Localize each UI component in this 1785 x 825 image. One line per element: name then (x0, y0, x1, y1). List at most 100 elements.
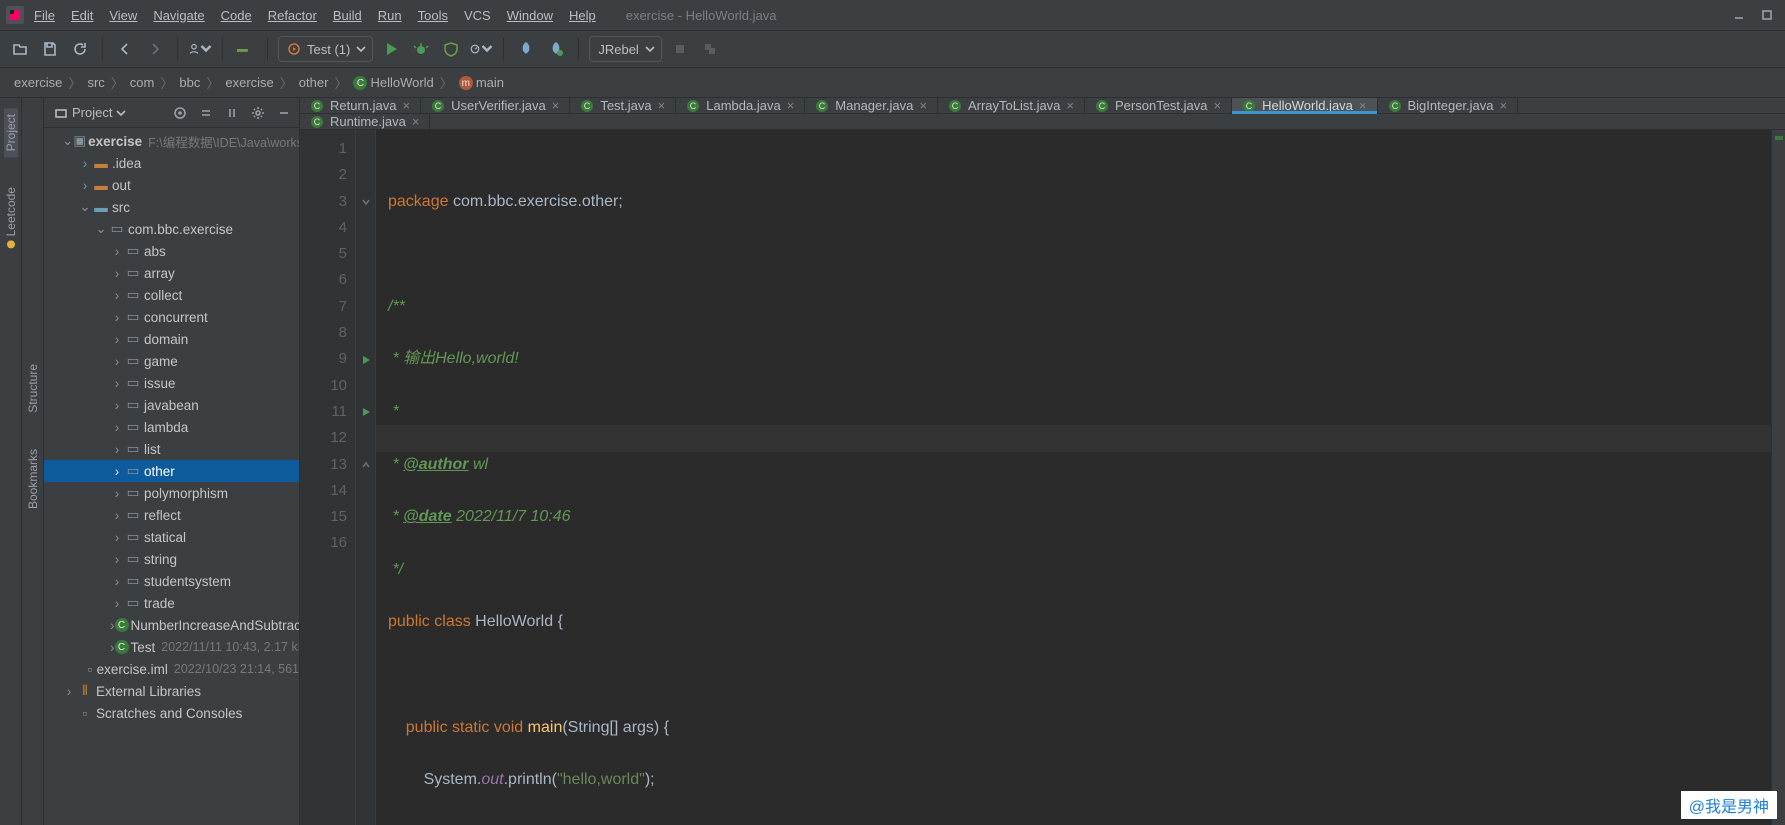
collapse-all-icon[interactable] (221, 102, 243, 124)
open-file-icon[interactable] (8, 37, 32, 61)
tree-folder[interactable]: ›▭issue (44, 372, 299, 394)
editor-tab[interactable]: CArrayToList.java× (938, 98, 1085, 113)
close-tab-icon[interactable]: × (658, 98, 666, 113)
menu-view[interactable]: View (103, 4, 143, 27)
tree-class[interactable]: ›CTest2022/11/11 10:43, 2.17 kB (44, 636, 299, 658)
breadcrumb-item[interactable]: CHelloWorld (349, 75, 437, 91)
debug-icon[interactable] (409, 37, 433, 61)
tree-folder[interactable]: ⌄▬src (44, 196, 299, 218)
minimize-icon[interactable] (1727, 3, 1751, 27)
close-tab-icon[interactable]: × (787, 98, 795, 113)
tree-folder[interactable]: ›▭studentsystem (44, 570, 299, 592)
rail-structure[interactable]: Structure (26, 358, 40, 419)
tree-file[interactable]: ▫exercise.iml2022/10/23 21:14, 561 (44, 658, 299, 680)
expand-all-icon[interactable] (195, 102, 217, 124)
tree-folder[interactable]: ›▭domain (44, 328, 299, 350)
menu-navigate[interactable]: Navigate (147, 4, 210, 27)
rail-project[interactable]: Project (4, 108, 18, 157)
fold-gutter[interactable] (356, 130, 376, 825)
close-tab-icon[interactable]: × (1500, 98, 1508, 113)
nav-forward-icon[interactable] (143, 37, 167, 61)
tree-folder[interactable]: ›▭reflect (44, 504, 299, 526)
settings-icon[interactable] (247, 102, 269, 124)
run-gutter-icon[interactable] (356, 399, 375, 425)
code-editor[interactable]: package com.bbc.exercise.other; /** * 输出… (376, 130, 1771, 825)
menu-run[interactable]: Run (372, 4, 408, 27)
tree-package[interactable]: ⌄▭com.bbc.exercise (44, 218, 299, 240)
jrebel-debug-icon[interactable] (544, 37, 568, 61)
project-view-dropdown[interactable]: Project (48, 103, 132, 122)
breadcrumb-item[interactable]: exercise (221, 75, 277, 90)
tree-folder[interactable]: ›▭string (44, 548, 299, 570)
hammer-build-icon[interactable] (233, 37, 257, 61)
editor-tab[interactable]: CManager.java× (805, 98, 938, 113)
close-tab-icon[interactable]: × (552, 98, 560, 113)
editor-tab[interactable]: CPersonTest.java× (1085, 98, 1232, 113)
tree-folder[interactable]: ›▭polymorphism (44, 482, 299, 504)
menu-vcs[interactable]: VCS (458, 4, 497, 27)
tree-scratches[interactable]: ▫Scratches and Consoles (44, 702, 299, 724)
jrebel-dropdown[interactable]: JRebel (589, 36, 661, 62)
tree-folder[interactable]: ›▭lambda (44, 416, 299, 438)
editor-tab[interactable]: CBigInteger.java× (1378, 98, 1519, 113)
maximize-icon[interactable] (1755, 3, 1779, 27)
menu-edit[interactable]: Edit (65, 4, 99, 27)
tree-folder[interactable]: ›▬.idea (44, 152, 299, 174)
menu-refactor[interactable]: Refactor (262, 4, 323, 27)
tree-folder[interactable]: ›▭trade (44, 592, 299, 614)
locate-icon[interactable] (169, 102, 191, 124)
tree-root[interactable]: ⌄▣exerciseF:\编程数据\IDE\Java\works (44, 130, 299, 152)
tree-folder[interactable]: ›▭concurrent (44, 306, 299, 328)
editor-scrollbar[interactable] (1771, 130, 1785, 825)
editor-tab[interactable]: CHelloWorld.java× (1232, 98, 1377, 113)
editor-tab[interactable]: CReturn.java× (300, 98, 421, 113)
tree-folder[interactable]: ›▬out (44, 174, 299, 196)
editor-tab[interactable]: CLambda.java× (676, 98, 805, 113)
menu-file[interactable]: File (28, 4, 61, 27)
breadcrumb-item[interactable]: exercise (10, 75, 66, 90)
rail-leetcode[interactable]: Leetcode (4, 181, 18, 254)
jrebel-rocket-icon[interactable] (514, 37, 538, 61)
hide-icon[interactable] (273, 102, 295, 124)
run-gutter-icon[interactable] (356, 346, 375, 372)
menu-tools[interactable]: Tools (412, 4, 454, 27)
tree-folder[interactable]: ›▭list (44, 438, 299, 460)
close-tab-icon[interactable]: × (402, 98, 410, 113)
menu-help[interactable]: Help (563, 4, 602, 27)
project-tree[interactable]: ⌄▣exerciseF:\编程数据\IDE\Java\works ›▬.idea… (44, 128, 299, 825)
tree-folder[interactable]: ›▭statical (44, 526, 299, 548)
stop-icon[interactable] (668, 37, 692, 61)
breadcrumb-item[interactable]: mmain (455, 75, 508, 91)
editor-tab[interactable]: CRuntime.java× (300, 114, 430, 129)
tree-folder[interactable]: ›▭abs (44, 240, 299, 262)
tree-class[interactable]: ›CNumberIncreaseAndSubtrac (44, 614, 299, 636)
menu-window[interactable]: Window (501, 4, 559, 27)
reload-icon[interactable] (68, 37, 92, 61)
user-icon[interactable] (188, 37, 212, 61)
editor-tab[interactable]: CTest.java× (570, 98, 676, 113)
profiler-icon[interactable] (469, 37, 493, 61)
nav-back-icon[interactable] (113, 37, 137, 61)
save-all-icon[interactable] (38, 37, 62, 61)
tree-external-libs[interactable]: ›⫴External Libraries (44, 680, 299, 702)
coverage-icon[interactable] (439, 37, 463, 61)
stop-all-icon[interactable] (698, 37, 722, 61)
tree-folder[interactable]: ›▭collect (44, 284, 299, 306)
tree-folder[interactable]: ›▭game (44, 350, 299, 372)
run-icon[interactable] (379, 37, 403, 61)
menu-code[interactable]: Code (215, 4, 258, 27)
tree-folder[interactable]: ›▭other (44, 460, 299, 482)
breadcrumb-item[interactable]: src (83, 75, 108, 90)
breadcrumb-item[interactable]: com (126, 75, 159, 90)
run-config-dropdown[interactable]: Test (1) (278, 36, 373, 62)
close-tab-icon[interactable]: × (1066, 98, 1074, 113)
rail-bookmarks[interactable]: Bookmarks (26, 443, 40, 515)
tree-folder[interactable]: ›▭javabean (44, 394, 299, 416)
close-tab-icon[interactable]: × (1359, 98, 1367, 113)
tree-folder[interactable]: ›▭array (44, 262, 299, 284)
line-gutter[interactable]: 12345678910111213141516 (300, 130, 356, 825)
editor-tab[interactable]: CUserVerifier.java× (421, 98, 570, 113)
breadcrumb-item[interactable]: bbc (175, 75, 204, 90)
close-tab-icon[interactable]: × (919, 98, 927, 113)
menu-build[interactable]: Build (327, 4, 368, 27)
